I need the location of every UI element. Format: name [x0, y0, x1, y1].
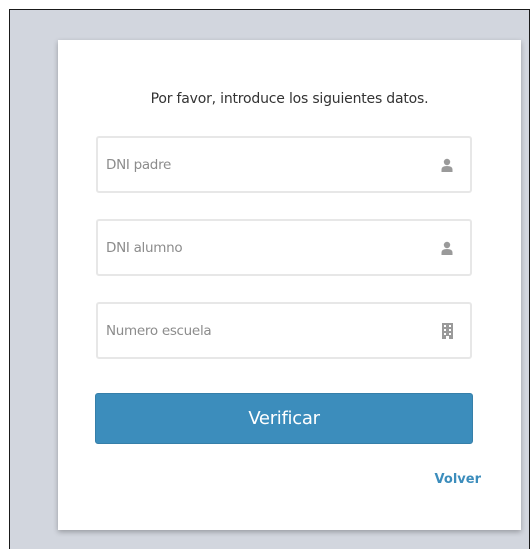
building-icon: [440, 322, 454, 339]
numero-escuela-input[interactable]: [106, 322, 440, 339]
numero-escuela-field[interactable]: [96, 302, 472, 359]
page-background: Por favor, introduce los siguientes dato…: [9, 9, 530, 549]
dni-padre-input[interactable]: [106, 156, 440, 173]
intro-text: Por favor, introduce los siguientes dato…: [150, 91, 429, 107]
user-icon: [440, 240, 454, 256]
back-link[interactable]: Volver: [435, 472, 481, 487]
dni-padre-field[interactable]: [96, 136, 472, 193]
user-icon: [440, 157, 454, 173]
dni-alumno-field[interactable]: [96, 219, 472, 276]
dni-alumno-input[interactable]: [106, 239, 440, 256]
verify-button[interactable]: Verificar: [95, 393, 473, 444]
verification-card: Por favor, introduce los siguientes dato…: [58, 40, 521, 530]
